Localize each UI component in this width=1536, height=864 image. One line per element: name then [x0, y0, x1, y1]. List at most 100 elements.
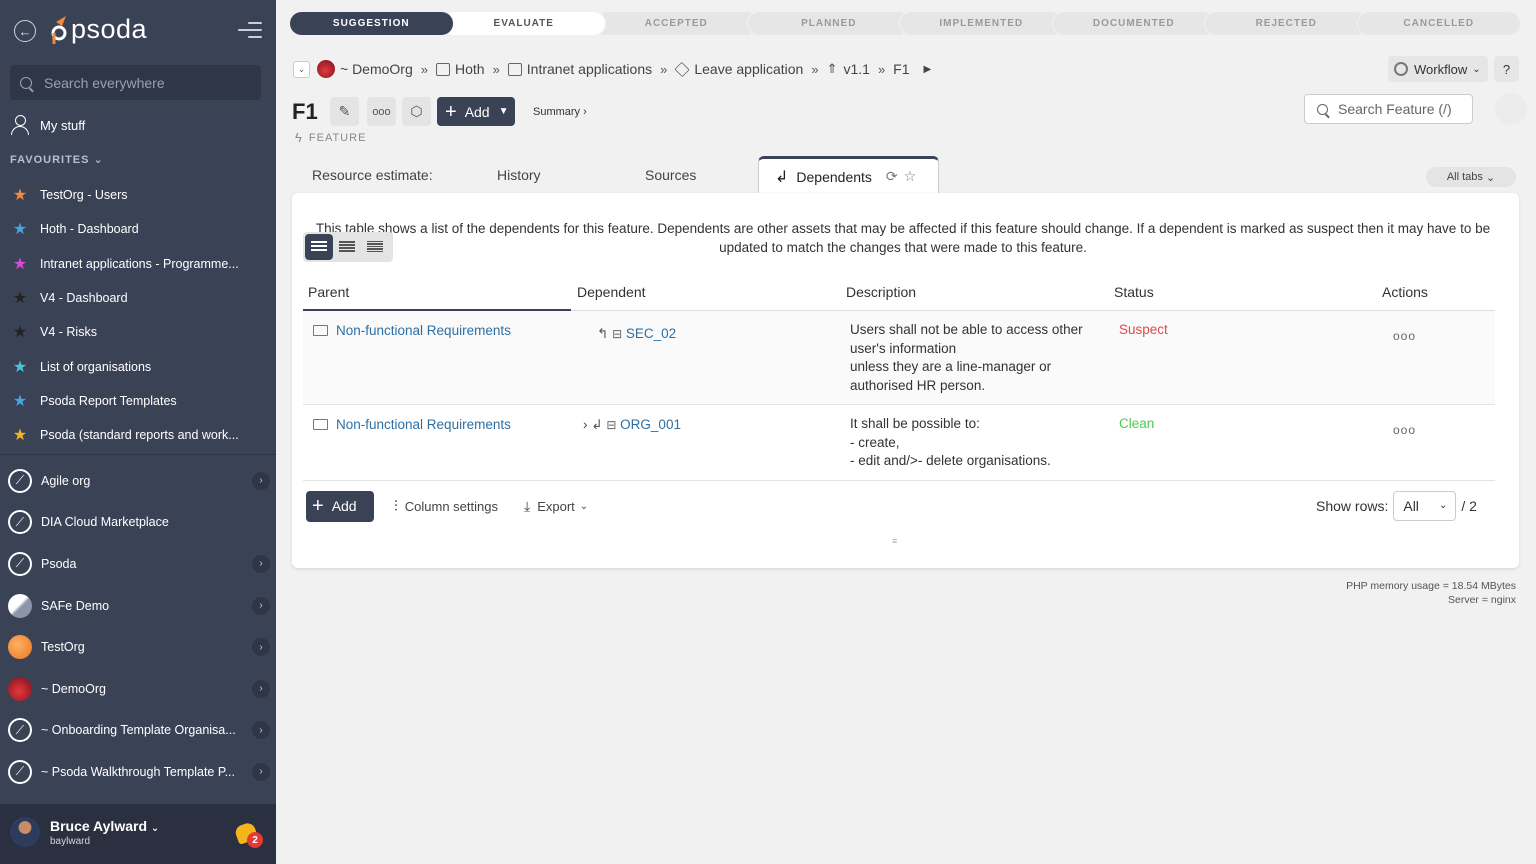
expand-chevron-icon[interactable]: ›: [583, 417, 588, 432]
stage-planned[interactable]: PLANNED: [746, 11, 911, 36]
favourite-item[interactable]: ★ TestOrg - Users: [10, 178, 260, 212]
sidebar-header: ← psoda: [0, 0, 276, 62]
col-description[interactable]: Description: [846, 284, 916, 300]
favourite-item[interactable]: ★ Hoth - Dashboard: [10, 212, 260, 246]
row-actions-icon[interactable]: ooo: [1393, 421, 1416, 440]
workflow-button[interactable]: Workflow ⌄: [1388, 56, 1488, 82]
export-button[interactable]: ⤓ Export ⌄: [524, 498, 588, 515]
favourite-item[interactable]: ★ Psoda (standard reports and work...: [10, 418, 260, 452]
stage-accepted[interactable]: ACCEPTED: [594, 11, 759, 36]
my-stuff-link[interactable]: My stuff: [10, 114, 85, 136]
dependent-link[interactable]: ORG_001: [620, 417, 681, 432]
more-button[interactable]: ooo: [367, 97, 396, 126]
chevron-down-icon: ⌄: [1485, 171, 1496, 184]
global-search-input[interactable]: Search everywhere: [10, 65, 261, 100]
help-button[interactable]: ?: [1494, 56, 1519, 82]
org-item[interactable]: TestOrg ›: [8, 626, 270, 668]
favourite-item[interactable]: ★ List of organisations: [10, 349, 260, 383]
user-name-text: Bruce Aylward: [50, 818, 147, 834]
org-item[interactable]: ⟋ ~ Onboarding Template Organisa... ›: [8, 710, 270, 752]
chevron-right-icon[interactable]: ›: [252, 721, 270, 740]
add-button[interactable]: + Add ▼: [437, 97, 515, 126]
tab-dependents[interactable]: ↲ Dependents ⟳ ☆: [758, 156, 939, 194]
search-feature-input[interactable]: Search Feature (/): [1304, 94, 1473, 124]
stage-rejected[interactable]: REJECTED: [1204, 11, 1369, 36]
show-rows-label: Show rows:: [1316, 497, 1389, 514]
psoda-logo[interactable]: psoda: [50, 14, 147, 45]
tab-history[interactable]: History: [443, 156, 591, 194]
org-item[interactable]: ~ DemoOrg ›: [8, 668, 270, 710]
show-rows-select[interactable]: All ⌄: [1393, 490, 1457, 521]
chevron-right-icon[interactable]: ›: [252, 471, 270, 490]
column-settings-label: Column settings: [404, 498, 498, 514]
avatar[interactable]: [10, 817, 40, 847]
server-info: PHP memory usage = 18.54 MBytes Server =…: [1300, 579, 1516, 607]
org-item[interactable]: SAFe Demo ›: [8, 585, 270, 627]
col-status[interactable]: Status: [1114, 284, 1154, 300]
favourite-item[interactable]: ★ V4 - Dashboard: [10, 281, 260, 315]
tag-button[interactable]: ⬡: [402, 97, 431, 126]
density-dense-button[interactable]: [361, 234, 389, 260]
all-tabs-button[interactable]: All tabs ⌄: [1426, 167, 1516, 187]
chevron-right-icon[interactable]: ›: [252, 638, 270, 657]
back-arrow-icon[interactable]: ←: [14, 20, 36, 42]
person-icon: [10, 115, 30, 135]
favourite-item[interactable]: ★ Intranet applications - Programme...: [10, 247, 260, 281]
collapse-menu-icon[interactable]: [238, 22, 262, 40]
star-icon: ★: [12, 324, 28, 342]
user-name[interactable]: Bruce Aylward ⌄: [50, 818, 159, 834]
chevron-right-icon[interactable]: ›: [252, 762, 270, 781]
density-compact-button[interactable]: [333, 234, 361, 260]
chevron-right-icon[interactable]: ›: [252, 554, 270, 573]
favourite-item[interactable]: ★ V4 - Risks: [10, 315, 260, 349]
chevron-right-icon[interactable]: ›: [252, 679, 270, 698]
tab-label: History: [497, 167, 541, 183]
dependent-link[interactable]: SEC_02: [626, 326, 676, 341]
show-rows-value: All: [1403, 497, 1419, 514]
breadcrumb-separator-icon: »: [420, 61, 428, 77]
add-dependent-button[interactable]: + Add: [306, 490, 374, 522]
caret-right-icon[interactable]: ▶: [924, 64, 932, 75]
stage-cancelled[interactable]: CANCELLED: [1356, 11, 1521, 36]
lines-icon: [311, 241, 327, 253]
tab-sources[interactable]: Sources: [591, 156, 758, 194]
chevron-down-icon: ⌄: [1472, 63, 1481, 75]
summary-link[interactable]: Summary ›: [533, 106, 587, 118]
refresh-icon[interactable]: ⟳: [886, 168, 898, 185]
breadcrumb-hoth[interactable]: Hoth: [455, 61, 485, 77]
favourite-label: Intranet applications - Programme...: [40, 256, 239, 271]
org-item[interactable]: ⟋ Psoda ›: [8, 543, 270, 585]
breadcrumb-demoorg[interactable]: ~ DemoOrg: [340, 61, 413, 77]
org-item[interactable]: ⟋ DIA Cloud Marketplace: [8, 502, 270, 544]
favourite-item[interactable]: ★ Psoda Report Templates: [10, 384, 260, 418]
row-actions-icon[interactable]: ooo: [1393, 327, 1416, 346]
density-comfortable-button[interactable]: [305, 234, 333, 260]
column-settings-button[interactable]: ⫶ Column settings: [394, 498, 498, 515]
edit-button[interactable]: ✎: [330, 97, 359, 126]
stage-documented[interactable]: DOCUMENTED: [1051, 11, 1216, 36]
breadcrumb-intranet[interactable]: Intranet applications: [527, 61, 652, 77]
chevron-right-icon[interactable]: ›: [252, 596, 270, 615]
parent-link[interactable]: Non-functional Requirements: [336, 417, 511, 432]
stage-suggestion[interactable]: SUGGESTION: [289, 11, 454, 36]
stage-implemented[interactable]: IMPLEMENTED: [899, 11, 1064, 36]
user-panel[interactable]: Bruce Aylward ⌄ baylward: [0, 804, 276, 864]
user-handle: baylward: [50, 836, 91, 847]
star-outline-icon[interactable]: ☆: [904, 168, 917, 185]
favourite-label: List of organisations: [40, 359, 152, 374]
col-dependent[interactable]: Dependent: [577, 284, 646, 300]
col-parent[interactable]: Parent: [308, 284, 349, 300]
resize-grip-icon[interactable]: ≡: [892, 536, 904, 546]
description-line: unless they are a line-manager or: [850, 359, 1052, 374]
breadcrumb-leave-application[interactable]: Leave application: [694, 61, 803, 77]
stage-evaluate[interactable]: EVALUATE: [441, 11, 606, 36]
parent-link[interactable]: Non-functional Requirements: [336, 323, 511, 338]
org-label: ~ Onboarding Template Organisa...: [41, 723, 236, 738]
resize-icon[interactable]: [1495, 93, 1527, 125]
favourites-header[interactable]: FAVOURITES ⌄: [10, 153, 104, 166]
tab-resource-estimate[interactable]: Resource estimate:: [293, 156, 443, 194]
breadcrumb-dropdown-icon[interactable]: ⌄: [293, 60, 310, 78]
breadcrumb-version[interactable]: v1.1: [843, 61, 869, 77]
org-item[interactable]: ⟋ Agile org ›: [8, 460, 270, 502]
org-item[interactable]: ⟋ ~ Psoda Walkthrough Template P... ›: [8, 751, 270, 793]
